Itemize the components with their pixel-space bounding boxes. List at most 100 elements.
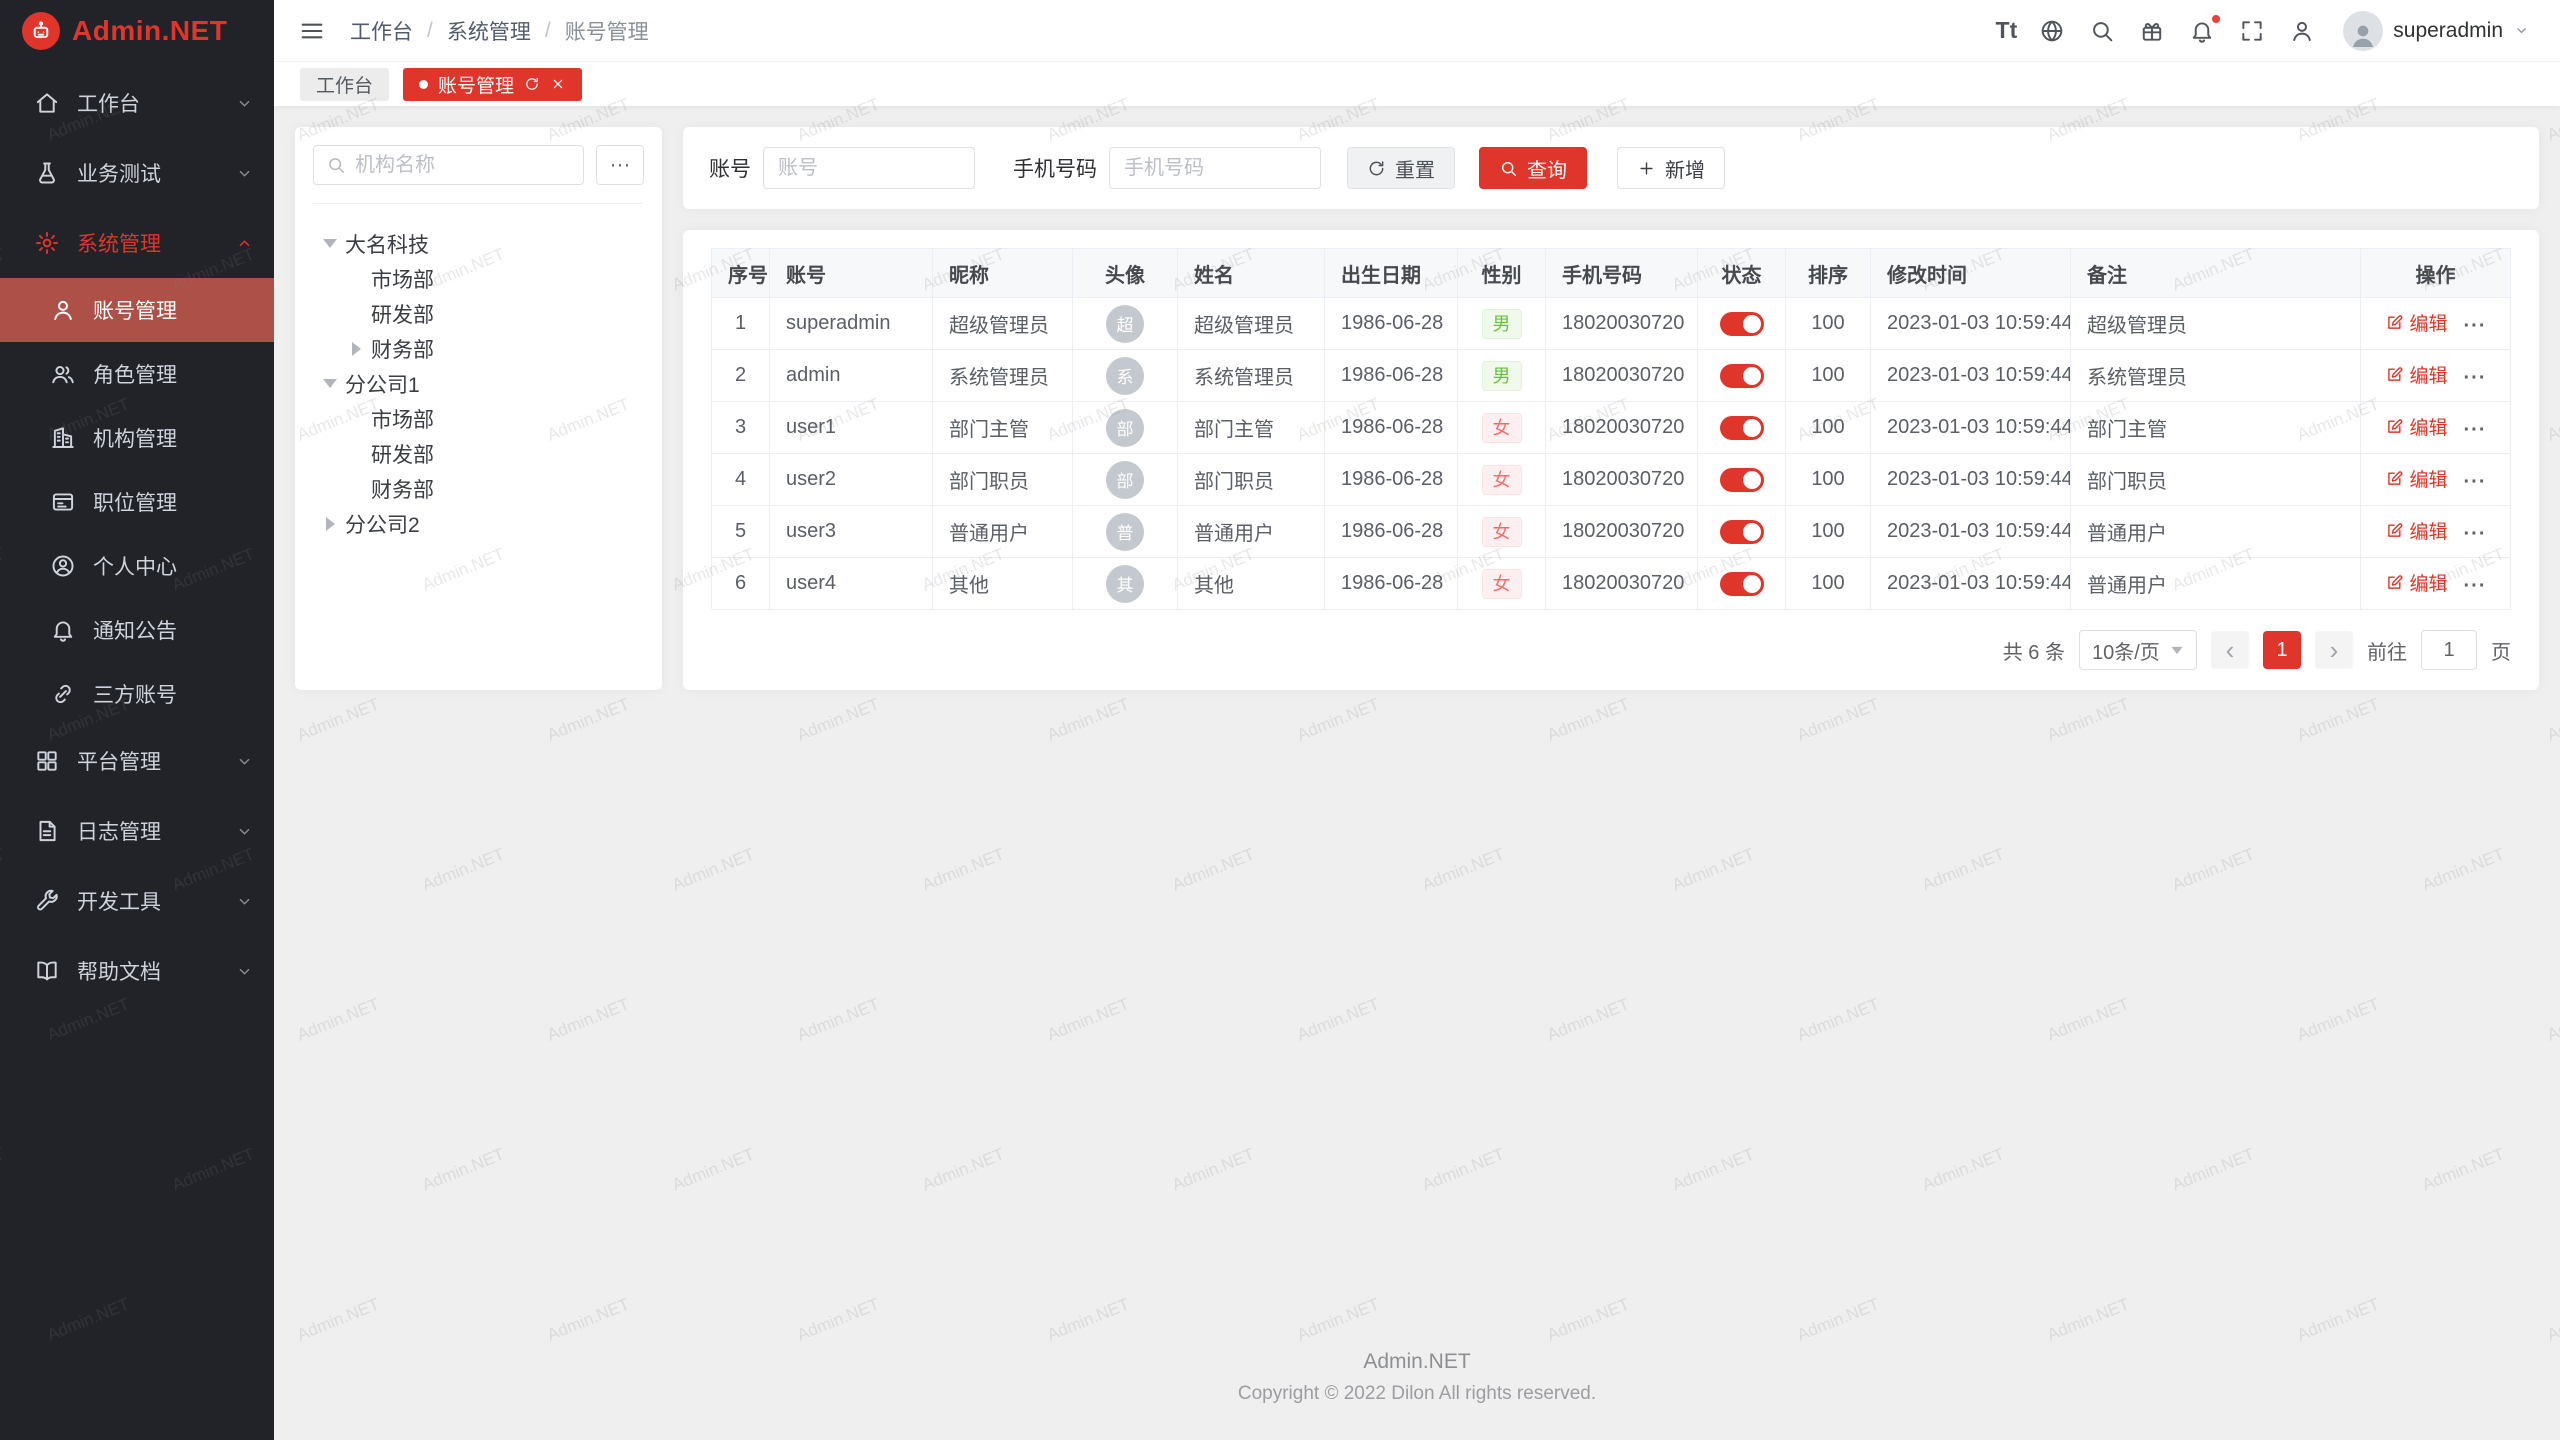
goto-page-input[interactable] <box>2421 630 2477 670</box>
sidebar-item-label: 平台管理 <box>77 746 218 776</box>
edit-button[interactable]: 编辑 <box>2385 569 2448 596</box>
notification-icon[interactable] <box>2187 16 2217 46</box>
status-toggle[interactable] <box>1720 468 1764 492</box>
cell-phone: 18020030720 <box>1546 402 1698 454</box>
tree-node[interactable]: 大名科技 <box>313 226 644 261</box>
tree-node[interactable]: 财务部 <box>313 331 644 366</box>
sidebar-item-system-management[interactable]: 系统管理 <box>0 208 274 278</box>
sidebar-item-label: 日志管理 <box>77 816 218 846</box>
column-header: 昵称 <box>933 249 1073 298</box>
fullscreen-icon[interactable] <box>2237 16 2267 46</box>
edit-button[interactable]: 编辑 <box>2385 309 2448 336</box>
sidebar-item-help-docs[interactable]: 帮助文档 <box>0 936 274 1006</box>
org-search-box[interactable] <box>313 145 584 185</box>
sidebar-item-notice-announcement[interactable]: 通知公告 <box>0 598 274 662</box>
org-more-button[interactable]: ··· <box>596 145 644 185</box>
row-more-button[interactable]: ··· <box>2464 315 2487 337</box>
font-size-icon[interactable]: Tt <box>1996 16 2018 46</box>
page-size-select[interactable]: 10条/页 <box>2079 630 2197 670</box>
tab-account-management[interactable]: 账号管理 <box>403 68 582 101</box>
breadcrumb-item[interactable]: 工作台 <box>350 16 413 46</box>
edit-button[interactable]: 编辑 <box>2385 361 2448 388</box>
cell-phone: 18020030720 <box>1546 454 1698 506</box>
cell-gender: 男 <box>1458 350 1546 402</box>
org-search-input[interactable] <box>355 154 571 177</box>
tree-node[interactable]: 市场部 <box>313 261 644 296</box>
row-more-button[interactable]: ··· <box>2464 471 2487 493</box>
cell-gender: 女 <box>1458 454 1546 506</box>
tree-node[interactable]: 研发部 <box>313 296 644 331</box>
row-more-button[interactable]: ··· <box>2464 523 2487 545</box>
sidebar-item-org-management[interactable]: 机构管理 <box>0 406 274 470</box>
tab-close-icon[interactable] <box>550 76 566 92</box>
next-page-button[interactable]: › <box>2315 631 2353 669</box>
tab-workbench[interactable]: 工作台 <box>300 68 389 101</box>
locale-icon[interactable] <box>2037 16 2067 46</box>
status-toggle[interactable] <box>1720 520 1764 544</box>
brand-name: Admin.NET <box>72 15 227 47</box>
chevron-down-icon <box>235 822 254 841</box>
menu-collapse-icon[interactable] <box>298 17 326 45</box>
tree-node[interactable]: 分公司1 <box>313 366 644 401</box>
status-toggle[interactable] <box>1720 416 1764 440</box>
account-icon[interactable] <box>2287 16 2317 46</box>
status-toggle[interactable] <box>1720 364 1764 388</box>
tree-node[interactable]: 市场部 <box>313 401 644 436</box>
breadcrumb-item[interactable]: 系统管理 <box>447 16 531 46</box>
cell-updated: 2023-01-03 10:59:44 <box>1871 506 2071 558</box>
table-header-row: 序号账号昵称头像姓名出生日期性别手机号码状态排序修改时间备注操作 <box>712 249 2511 298</box>
row-more-button[interactable]: ··· <box>2464 419 2487 441</box>
tool-icon <box>34 888 60 914</box>
caret-down-icon[interactable] <box>321 239 339 248</box>
flask-icon <box>34 160 60 186</box>
breadcrumb: 工作台/系统管理/账号管理 <box>350 16 649 46</box>
sidebar-item-account-management[interactable]: 账号管理 <box>0 278 274 342</box>
edit-button[interactable]: 编辑 <box>2385 517 2448 544</box>
caret-shape <box>323 379 337 388</box>
tree-node[interactable]: 研发部 <box>313 436 644 471</box>
tab-refresh-icon[interactable] <box>524 76 540 92</box>
cell-remark: 部门职员 <box>2071 454 2361 506</box>
sidebar-item-workbench[interactable]: 工作台 <box>0 68 274 138</box>
edit-button[interactable]: 编辑 <box>2385 465 2448 492</box>
caret-right-icon[interactable] <box>321 517 339 531</box>
sidebar-item-business-test[interactable]: 业务测试 <box>0 138 274 208</box>
sidebar-item-role-management[interactable]: 角色管理 <box>0 342 274 406</box>
caret-down-icon[interactable] <box>321 379 339 388</box>
page-number-1[interactable]: 1 <box>2263 631 2301 669</box>
goto-suffix: 页 <box>2491 636 2511 665</box>
sidebar-item-third-party-account[interactable]: 三方账号 <box>0 662 274 726</box>
search-icon[interactable] <box>2087 16 2117 46</box>
tree-node[interactable]: 财务部 <box>313 471 644 506</box>
tree-node[interactable]: 分公司2 <box>313 506 644 541</box>
row-more-button[interactable]: ··· <box>2464 575 2487 597</box>
cell-status <box>1698 558 1786 610</box>
sidebar-item-position-management[interactable]: 职位管理 <box>0 470 274 534</box>
cell-status <box>1698 350 1786 402</box>
row-more-button[interactable]: ··· <box>2464 367 2487 389</box>
phone-input[interactable] <box>1109 147 1321 189</box>
logo[interactable]: Admin.NET <box>0 0 274 62</box>
status-toggle[interactable] <box>1720 572 1764 596</box>
org-panel-header: ··· <box>313 145 644 204</box>
table-row: 2admin系统管理员系系统管理员1986-06-28男180200307201… <box>712 350 2511 402</box>
account-input[interactable] <box>763 147 975 189</box>
search-button[interactable]: 查询 <box>1479 147 1587 189</box>
user-menu[interactable]: superadmin <box>2343 11 2530 51</box>
caret-shape <box>326 517 335 531</box>
cell-name: 超级管理员 <box>1178 298 1325 350</box>
notification-badge <box>2210 13 2222 25</box>
add-button[interactable]: 新增 <box>1617 147 1725 189</box>
sidebar-item-platform-management[interactable]: 平台管理 <box>0 726 274 796</box>
edit-button[interactable]: 编辑 <box>2385 413 2448 440</box>
reset-button[interactable]: 重置 <box>1347 147 1455 189</box>
status-toggle[interactable] <box>1720 312 1764 336</box>
sidebar-item-dev-tools[interactable]: 开发工具 <box>0 866 274 936</box>
topbar-right: Tt superadmin <box>1996 11 2530 51</box>
sidebar-item-profile-center[interactable]: 个人中心 <box>0 534 274 598</box>
main-column: 账号 手机号码 重置 查询 新增 <box>683 127 2539 690</box>
prev-page-button[interactable]: ‹ <box>2211 631 2249 669</box>
caret-right-icon[interactable] <box>347 342 365 356</box>
sidebar-item-log-management[interactable]: 日志管理 <box>0 796 274 866</box>
theme-icon[interactable] <box>2137 16 2167 46</box>
